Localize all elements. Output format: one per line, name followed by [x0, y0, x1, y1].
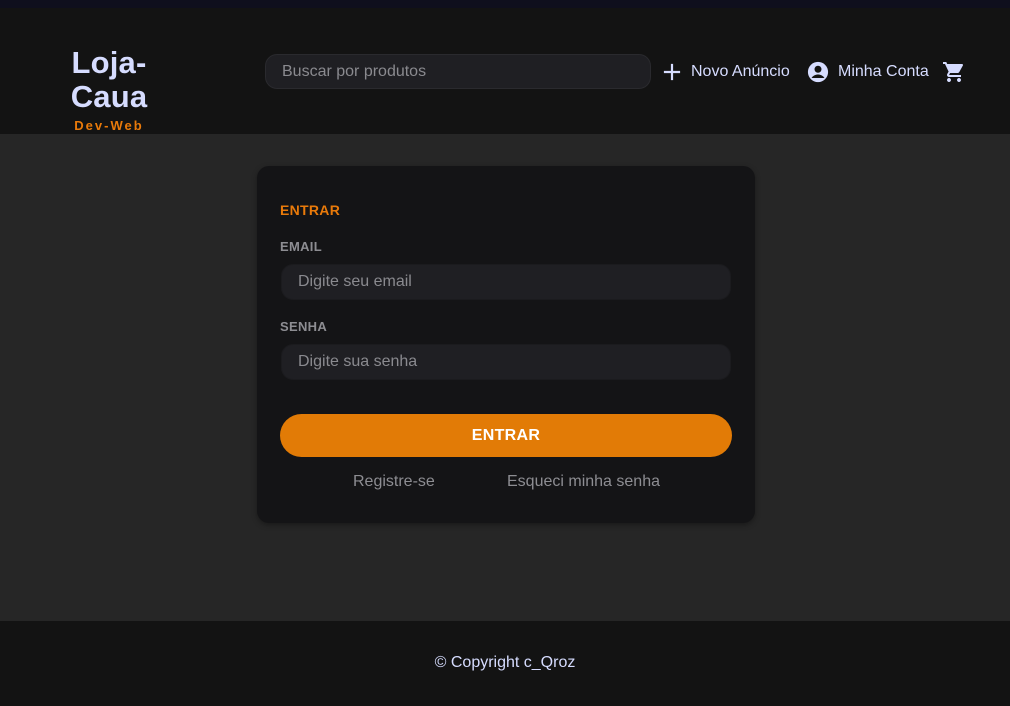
login-card: ENTRAR EMAIL SENHA ENTRAR Registre-se Es…	[257, 166, 755, 523]
login-button[interactable]: ENTRAR	[280, 414, 732, 457]
plus-icon	[662, 62, 682, 82]
brand-logo[interactable]: Loja-Caua Dev-Web	[34, 45, 184, 134]
register-link[interactable]: Registre-se	[353, 473, 435, 491]
search-input[interactable]	[265, 54, 651, 89]
new-listing-button[interactable]: Novo Anúncio	[662, 58, 790, 86]
account-button[interactable]: Minha Conta	[807, 58, 929, 86]
footer: © Copyright c_Qroz	[0, 621, 1010, 706]
email-label: EMAIL	[280, 239, 322, 254]
login-title: ENTRAR	[280, 202, 341, 218]
account-circle-icon	[807, 61, 829, 83]
password-field[interactable]	[281, 344, 731, 380]
top-strip	[0, 0, 1010, 8]
account-label: Minha Conta	[838, 63, 929, 80]
cart-button[interactable]	[942, 58, 975, 86]
password-label: SENHA	[280, 319, 328, 334]
brand-title: Loja-Caua	[70, 45, 148, 114]
main-content: ENTRAR EMAIL SENHA ENTRAR Registre-se Es…	[0, 134, 1010, 621]
new-listing-label: Novo Anúncio	[691, 63, 790, 80]
email-field[interactable]	[281, 264, 731, 300]
brand-subtitle: Dev-Web	[74, 118, 144, 133]
forgot-password-link[interactable]: Esqueci minha senha	[507, 473, 660, 491]
copyright-text: © Copyright c_Qroz	[434, 654, 576, 671]
header: Loja-Caua Dev-Web Novo Anúncio Minha Con…	[0, 8, 1010, 134]
cart-icon	[942, 60, 966, 84]
